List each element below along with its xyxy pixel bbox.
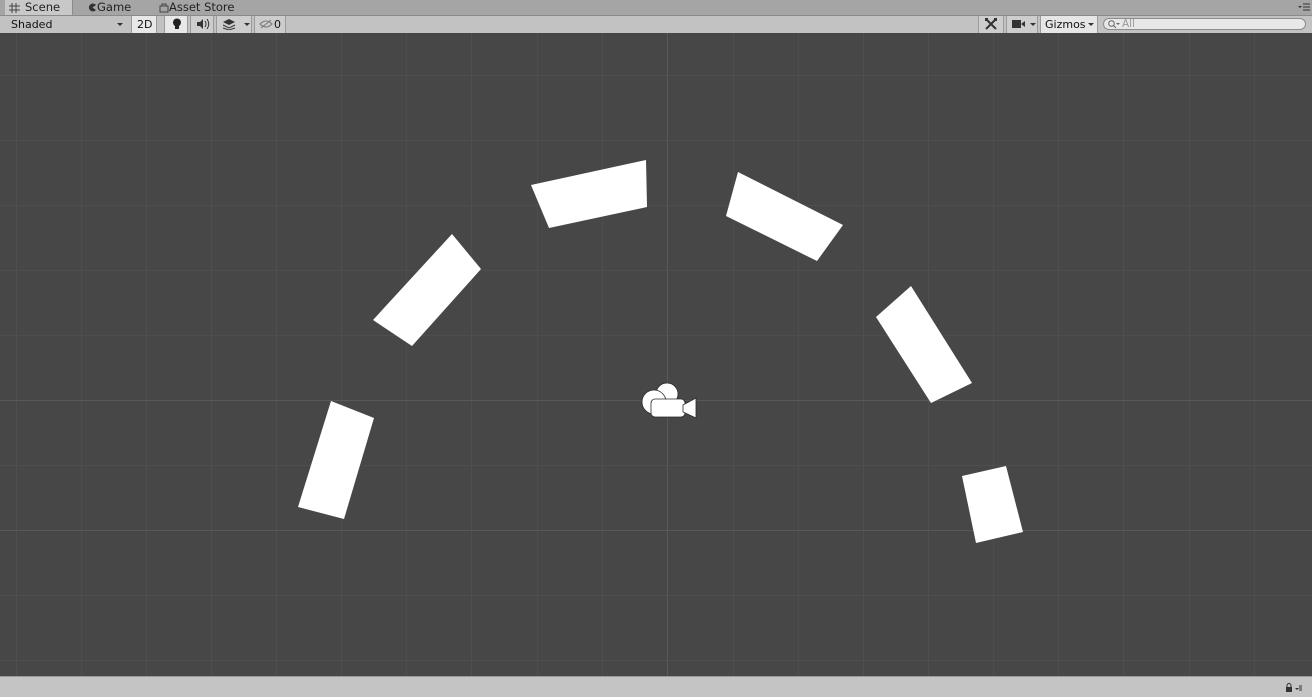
tools-icon — [985, 18, 997, 30]
tab-game-label: Game — [97, 0, 132, 14]
segment-6[interactable] — [962, 466, 1023, 543]
layers-icon — [222, 19, 236, 30]
grid-icon — [9, 3, 20, 13]
lightbulb-icon — [173, 18, 181, 29]
draw-mode-dropdown[interactable]: Shaded — [5, 16, 126, 33]
segment-2[interactable] — [373, 234, 481, 346]
lighting-toggle-button[interactable] — [164, 16, 188, 33]
draw-mode-label: Shaded — [11, 18, 53, 31]
chevron-down-icon — [1088, 23, 1094, 26]
tools-toggle-button[interactable] — [978, 16, 1004, 33]
gizmos-label: Gizmos — [1045, 18, 1086, 31]
segment-3[interactable] — [531, 160, 647, 228]
eye-hidden-icon — [259, 19, 273, 29]
segment-1[interactable] — [298, 401, 374, 519]
lock-icon[interactable] — [1286, 683, 1302, 692]
hierarchy-search-input[interactable]: All — [1103, 18, 1306, 30]
segment-5[interactable] — [876, 286, 972, 403]
scene-toolbar: Shaded 2D 0 Gizmos All — [0, 16, 1312, 34]
status-bar — [0, 676, 1312, 697]
scene-canvas[interactable] — [0, 33, 1312, 676]
tab-asset-store-label: Asset Store — [169, 0, 235, 14]
tab-asset-store[interactable]: Asset Store — [155, 0, 245, 15]
pacman-icon — [88, 3, 96, 12]
segment-4[interactable] — [726, 172, 843, 261]
hidden-objects-toggle[interactable]: 0 — [254, 16, 286, 33]
2d-toggle-label: 2D — [137, 18, 153, 31]
scene-viewport[interactable] — [0, 33, 1312, 676]
camera-icon — [1012, 20, 1025, 28]
tab-scene[interactable]: Scene — [5, 0, 73, 15]
camera-settings-dropdown[interactable] — [1006, 16, 1038, 33]
search-icon — [1108, 20, 1120, 29]
effects-dropdown-button[interactable] — [216, 16, 252, 33]
tab-menu-icon[interactable] — [1298, 2, 1310, 12]
tab-game[interactable]: Game — [84, 0, 144, 15]
gizmos-dropdown[interactable]: Gizmos — [1040, 16, 1098, 33]
editor-tab-bar: Scene Game Asset Store — [0, 0, 1312, 16]
chevron-down-icon — [1030, 23, 1036, 26]
search-placeholder: All — [1122, 18, 1136, 30]
speaker-icon — [197, 19, 210, 29]
tab-scene-label: Scene — [25, 0, 61, 14]
chevron-down-icon — [244, 23, 250, 26]
chevron-down-icon — [117, 23, 123, 26]
scene-axes — [0, 33, 1312, 676]
hidden-objects-count: 0 — [274, 18, 281, 31]
scene-grid — [0, 33, 1312, 676]
store-icon — [159, 3, 169, 13]
audio-toggle-button[interactable] — [190, 16, 214, 33]
2d-toggle-button[interactable]: 2D — [131, 16, 157, 33]
